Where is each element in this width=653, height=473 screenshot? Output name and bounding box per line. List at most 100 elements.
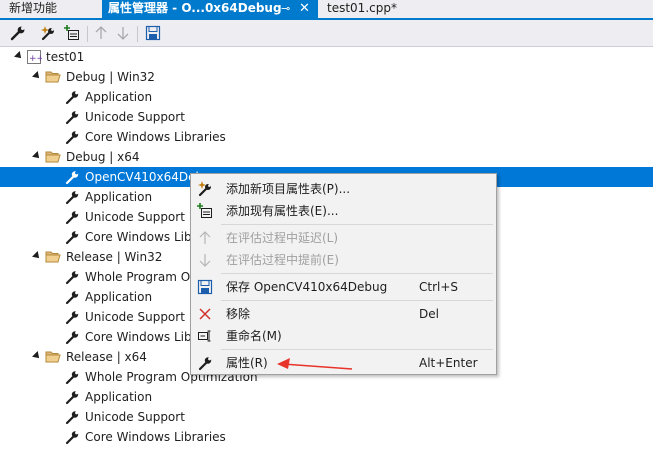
tab-label: 属性管理器 - O...0x64Debug bbox=[108, 1, 282, 15]
wrench-icon bbox=[64, 389, 80, 405]
add-new-property-sheet-icon[interactable] bbox=[40, 25, 56, 41]
save-icon bbox=[197, 279, 213, 295]
menu-item-label: 添加现有属性表(E)... bbox=[226, 204, 339, 218]
tab-label: test01.cpp* bbox=[327, 1, 397, 15]
wrench-icon bbox=[64, 409, 80, 425]
expand-arrow-icon[interactable] bbox=[32, 251, 42, 261]
menu-item-add-existing-property-sheet[interactable]: 添加现有属性表(E)... bbox=[192, 200, 495, 222]
tree-node-label: Debug | Win32 bbox=[66, 70, 155, 84]
menu-separator bbox=[221, 273, 493, 274]
tree-node-label: Release | Win32 bbox=[66, 250, 163, 264]
menu-item-move-earlier[interactable]: 在评估过程中提前(E) bbox=[192, 249, 495, 271]
property-manager-toolbar bbox=[0, 20, 653, 47]
context-menu: 添加新项目属性表(P)... 添加现有属性表(E)... 在评估过程中延迟(L)… bbox=[190, 173, 497, 375]
close-icon[interactable]: ✕ bbox=[299, 0, 310, 17]
tree-node-label: Unicode Support bbox=[85, 110, 185, 124]
tree-node-label: Unicode Support bbox=[85, 210, 185, 224]
wrench-icon bbox=[64, 369, 80, 385]
menu-separator bbox=[221, 349, 493, 350]
menu-item-label: 在评估过程中提前(E) bbox=[226, 253, 339, 267]
tab-test01-cpp[interactable]: test01.cpp* bbox=[318, 0, 436, 18]
folder-icon bbox=[45, 69, 61, 85]
folder-icon bbox=[45, 349, 61, 365]
wrench-icon bbox=[64, 209, 80, 225]
document-tab-strip: 新增功能 属性管理器 - O...0x64Debug ⊸ ✕ test01.cp… bbox=[0, 0, 653, 18]
wrench-icon bbox=[64, 289, 80, 305]
tree-node-label: Core Windows Libraries bbox=[85, 430, 226, 444]
wrench-icon bbox=[64, 109, 80, 125]
menu-item-remove[interactable]: 移除 Del bbox=[192, 303, 495, 325]
tab-property-manager[interactable]: 属性管理器 - O...0x64Debug ⊸ ✕ bbox=[102, 0, 318, 18]
expand-arrow-icon[interactable] bbox=[32, 71, 42, 81]
expand-arrow-icon[interactable] bbox=[32, 351, 42, 361]
remove-icon bbox=[197, 306, 213, 322]
wrench-icon bbox=[197, 355, 213, 371]
menu-item-label: 在评估过程中延迟(L) bbox=[226, 231, 339, 245]
tree-node-label: test01 bbox=[46, 50, 85, 64]
project-icon: ++ bbox=[26, 49, 44, 65]
tree-node-property-sheet[interactable]: Unicode Support bbox=[0, 107, 653, 127]
wrench-icon bbox=[64, 269, 80, 285]
tree-node-label: Application bbox=[85, 390, 153, 404]
add-existing-property-sheet-icon bbox=[197, 203, 213, 219]
tree-node-property-sheet[interactable]: Application bbox=[0, 87, 653, 107]
tree-node-label: Core Windows Libraries bbox=[85, 130, 226, 144]
pin-icon[interactable]: ⊸ bbox=[281, 0, 290, 17]
wrench-icon bbox=[64, 429, 80, 445]
menu-item-shortcut: Alt+Enter bbox=[419, 356, 478, 370]
menu-item-label: 保存 OpenCV410x64Debug bbox=[226, 280, 388, 294]
tree-node-property-sheet[interactable]: Application bbox=[0, 387, 653, 407]
tree-node-label: Application bbox=[85, 290, 153, 304]
tree-node-project[interactable]: ++ test01 bbox=[0, 47, 653, 67]
tab-whats-new[interactable]: 新增功能 bbox=[0, 0, 102, 18]
tree-node-config[interactable]: Debug | x64 bbox=[0, 147, 653, 167]
menu-item-label: 添加新项目属性表(P)... bbox=[226, 182, 351, 196]
tab-label: 新增功能 bbox=[9, 1, 58, 15]
menu-item-shortcut: Del bbox=[419, 307, 439, 321]
tree-node-label: Debug | x64 bbox=[66, 150, 140, 164]
menu-item-save[interactable]: 保存 OpenCV410x64Debug Ctrl+S bbox=[192, 276, 495, 298]
tree-node-config[interactable]: Debug | Win32 bbox=[0, 67, 653, 87]
wrench-icon bbox=[64, 329, 80, 345]
folder-icon bbox=[45, 249, 61, 265]
tree-node-label: Unicode Support bbox=[85, 410, 185, 424]
svg-text:++: ++ bbox=[29, 54, 42, 64]
menu-item-properties[interactable]: 属性(R) Alt+Enter bbox=[192, 352, 495, 374]
menu-item-label: 移除 bbox=[226, 307, 251, 321]
wrench-icon bbox=[64, 229, 80, 245]
wrench-icon[interactable] bbox=[10, 25, 26, 41]
menu-separator bbox=[221, 300, 493, 301]
arrow-down-icon bbox=[197, 252, 213, 268]
tree-node-property-sheet[interactable]: Core Windows Libraries bbox=[0, 127, 653, 147]
menu-separator bbox=[221, 224, 493, 225]
expand-arrow-icon[interactable] bbox=[14, 51, 24, 61]
menu-item-label: 重命名(M) bbox=[226, 329, 282, 343]
save-icon[interactable] bbox=[145, 25, 161, 41]
toolbar-separator bbox=[87, 26, 88, 42]
tree-node-label: Unicode Support bbox=[85, 310, 185, 324]
move-up-icon[interactable] bbox=[93, 25, 109, 41]
tree-node-property-sheet[interactable]: Unicode Support bbox=[0, 407, 653, 427]
wrench-icon bbox=[64, 89, 80, 105]
expand-arrow-icon[interactable] bbox=[32, 151, 42, 161]
wrench-icon bbox=[64, 169, 80, 185]
move-down-icon[interactable] bbox=[115, 25, 131, 41]
arrow-up-icon bbox=[197, 230, 213, 246]
add-existing-property-sheet-icon[interactable] bbox=[64, 25, 80, 41]
add-new-property-sheet-icon bbox=[197, 181, 213, 197]
tree-node-property-sheet[interactable]: Core Windows Libraries bbox=[0, 427, 653, 447]
menu-item-move-later[interactable]: 在评估过程中延迟(L) bbox=[192, 227, 495, 249]
tree-node-label: Application bbox=[85, 90, 153, 104]
menu-item-shortcut: Ctrl+S bbox=[419, 280, 459, 294]
wrench-icon bbox=[64, 129, 80, 145]
wrench-icon bbox=[64, 189, 80, 205]
menu-item-rename[interactable]: 重命名(M) bbox=[192, 325, 495, 347]
toolbar-separator bbox=[137, 26, 138, 42]
menu-item-label: 属性(R) bbox=[226, 356, 268, 370]
folder-icon bbox=[45, 149, 61, 165]
wrench-icon bbox=[64, 309, 80, 325]
tree-node-label: Release | x64 bbox=[66, 350, 147, 364]
menu-item-add-new-property-sheet[interactable]: 添加新项目属性表(P)... bbox=[192, 178, 495, 200]
tree-node-label: Application bbox=[85, 190, 153, 204]
rename-icon bbox=[197, 328, 213, 344]
